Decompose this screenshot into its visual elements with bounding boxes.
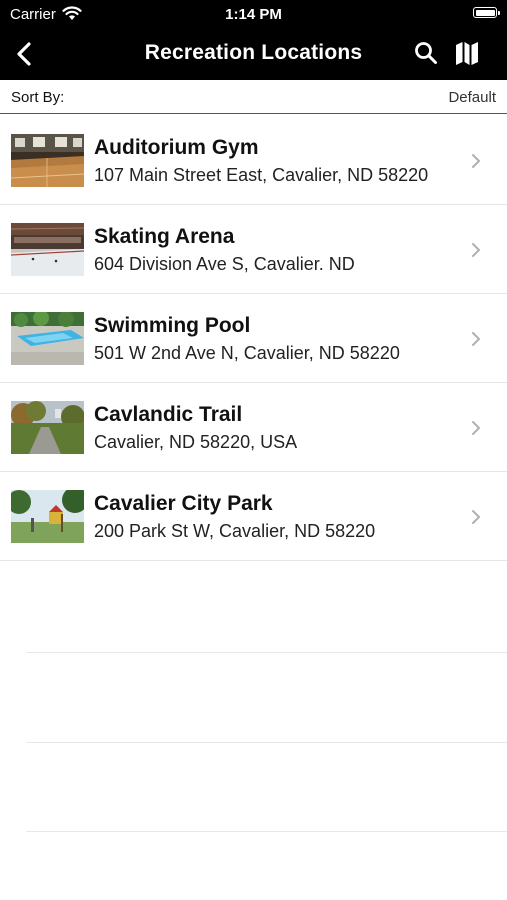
nav-bar: Recreation Locations bbox=[0, 28, 507, 80]
location-thumbnail bbox=[11, 401, 84, 454]
empty-row-separator bbox=[26, 831, 507, 832]
list-item[interactable]: Swimming Pool 501 W 2nd Ave N, Cavalier,… bbox=[0, 294, 507, 383]
location-name: Cavlandic Trail bbox=[94, 403, 243, 426]
chevron-right-icon bbox=[472, 243, 480, 257]
location-list: Auditorium Gym 107 Main Street East, Cav… bbox=[0, 116, 507, 561]
location-address: 107 Main Street East, Cavalier, ND 58220 bbox=[94, 165, 429, 185]
location-thumbnail bbox=[11, 134, 84, 187]
chevron-right-icon bbox=[472, 421, 480, 435]
list-item[interactable]: Cavalier City Park 200 Park St W, Cavali… bbox=[0, 472, 507, 561]
location-name: Auditorium Gym bbox=[94, 136, 259, 159]
list-item[interactable]: Skating Arena 604 Division Ave S, Cavali… bbox=[0, 205, 507, 294]
list-item[interactable]: Cavlandic Trail Cavalier, ND 58220, USA bbox=[0, 383, 507, 472]
empty-row-separator bbox=[26, 652, 507, 653]
status-time: 1:14 PM bbox=[225, 6, 282, 23]
location-thumbnail bbox=[11, 312, 84, 365]
location-address: 501 W 2nd Ave N, Cavalier, ND 58220 bbox=[94, 343, 400, 363]
location-thumbnail bbox=[11, 223, 84, 276]
list-item[interactable]: Auditorium Gym 107 Main Street East, Cav… bbox=[0, 116, 507, 205]
sort-label: Sort By: bbox=[11, 89, 65, 106]
location-address: 604 Division Ave S, Cavalier. ND bbox=[94, 254, 355, 274]
chevron-right-icon bbox=[472, 154, 480, 168]
location-thumbnail bbox=[11, 490, 84, 543]
chevron-right-icon bbox=[472, 510, 480, 524]
status-bar: Carrier 1:14 PM bbox=[0, 0, 507, 28]
location-name: Swimming Pool bbox=[94, 314, 251, 337]
sort-bar[interactable]: Sort By: Default bbox=[0, 80, 507, 114]
sort-value[interactable]: Default bbox=[448, 89, 496, 106]
map-icon[interactable] bbox=[454, 40, 480, 66]
chevron-right-icon bbox=[472, 332, 480, 346]
location-address: Cavalier, ND 58220, USA bbox=[94, 432, 298, 452]
search-icon[interactable] bbox=[413, 40, 439, 66]
battery-icon bbox=[473, 7, 500, 18]
empty-row-separator bbox=[26, 742, 507, 743]
location-address: 200 Park St W, Cavalier, ND 58220 bbox=[94, 521, 376, 541]
location-name: Cavalier City Park bbox=[94, 492, 273, 515]
location-name: Skating Arena bbox=[94, 225, 235, 248]
